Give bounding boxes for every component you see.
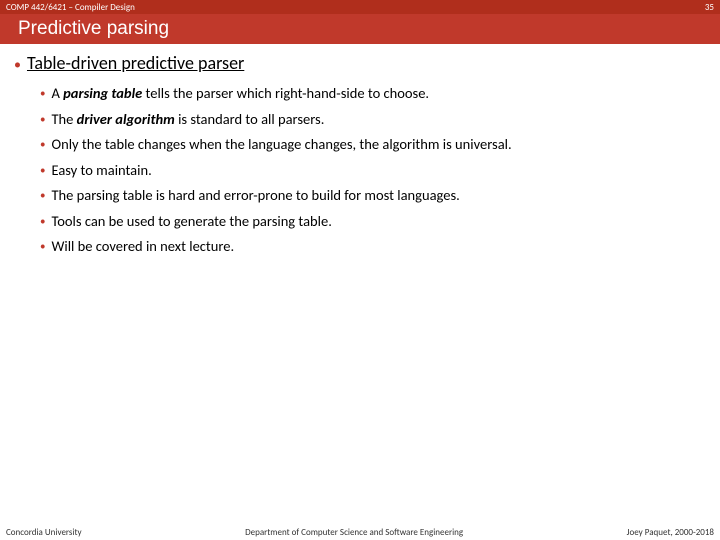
page-number: 35 [705,2,714,13]
list-item-text: Only the table changes when the language… [51,135,511,155]
list-item-text: The driver algorithm is standard to all … [51,110,324,130]
footer-center: Department of Computer Science and Softw… [245,527,463,538]
bullet-list: • A parsing table tells the parser which… [40,84,706,257]
bullet-icon: • [40,139,45,150]
list-item: • Easy to maintain. [40,161,706,181]
list-item: • Tools can be used to generate the pars… [40,212,706,232]
bullet-icon: • [40,114,45,125]
list-item: • Will be covered in next lecture. [40,237,706,257]
list-item: • The parsing table is hard and error-pr… [40,186,706,206]
top-meta-bar: COMP 442/6421 – Compiler Design 35 [0,0,720,14]
heading-row: • Table-driven predictive parser [14,52,706,74]
list-item-text: Will be covered in next lecture. [51,237,234,257]
list-item-text: Easy to maintain. [51,161,151,181]
slide-footer: Concordia University Department of Compu… [0,524,720,540]
course-code: COMP 442/6421 – Compiler Design [6,2,135,13]
footer-right: Joey Paquet, 2000-2018 [627,527,714,538]
slide-title-bar: Predictive parsing [0,14,720,44]
footer-left: Concordia University [6,527,82,538]
list-item-text: The parsing table is hard and error-pron… [51,186,459,206]
slide: COMP 442/6421 – Compiler Design 35 Predi… [0,0,720,540]
slide-body: • Table-driven predictive parser • A par… [14,52,706,263]
list-item: • Only the table changes when the langua… [40,135,706,155]
bullet-icon: • [40,165,45,176]
list-item-text: Tools can be used to generate the parsin… [51,212,331,232]
slide-title: Predictive parsing [18,18,169,40]
list-item: • A parsing table tells the parser which… [40,84,706,104]
bullet-icon: • [40,216,45,227]
list-item-text: A parsing table tells the parser which r… [51,84,429,104]
bullet-icon: • [14,58,21,72]
bullet-icon: • [40,190,45,201]
section-heading: Table-driven predictive parser [27,52,244,74]
bullet-icon: • [40,88,45,99]
bullet-icon: • [40,241,45,252]
list-item: • The driver algorithm is standard to al… [40,110,706,130]
